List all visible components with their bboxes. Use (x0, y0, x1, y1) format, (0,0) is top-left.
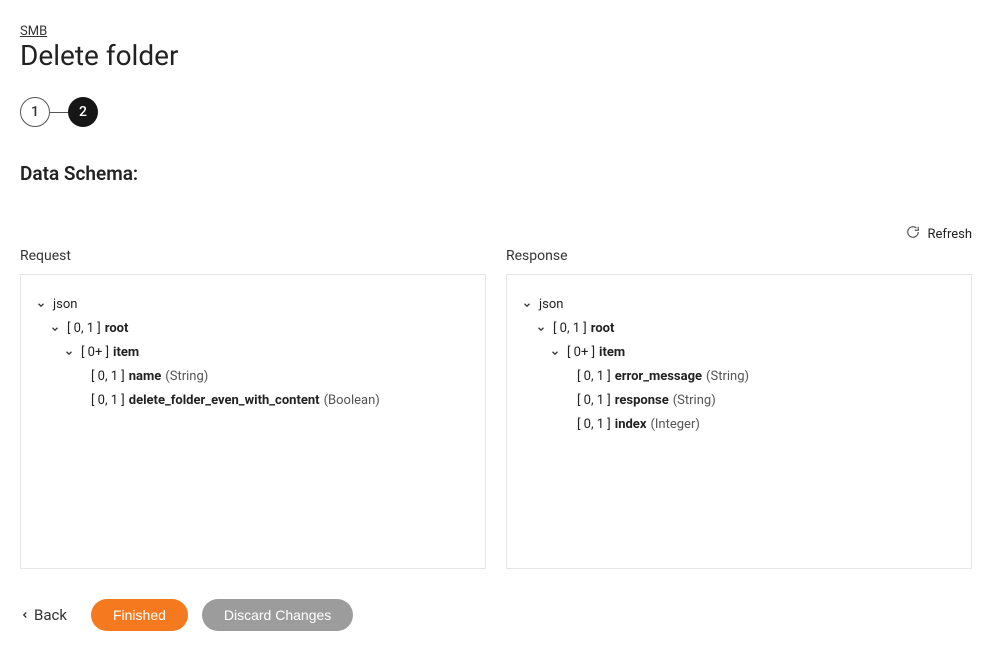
finished-button[interactable]: Finished (91, 599, 188, 631)
response-label: Response (506, 248, 972, 264)
tree-row: [ 0+ ]item (521, 341, 957, 365)
node-name: root (591, 317, 615, 341)
back-button[interactable]: Back (20, 606, 67, 624)
chevron-down-icon[interactable] (535, 324, 547, 334)
data-schema-title: Data Schema: (20, 162, 972, 185)
chevron-down-icon[interactable] (49, 324, 61, 334)
step-connector (50, 112, 68, 113)
cardinality: [ 0, 1 ] (91, 389, 125, 413)
node-type: (String) (673, 389, 716, 413)
refresh-button[interactable]: Refresh (20, 225, 972, 243)
node-type: (Integer) (650, 413, 699, 437)
step-2[interactable]: 2 (68, 97, 98, 127)
chevron-down-icon[interactable] (521, 300, 533, 310)
cardinality: [ 0, 1 ] (577, 413, 611, 437)
node-name: index (615, 413, 647, 437)
cardinality: [ 0+ ] (567, 341, 595, 365)
node-type: (String) (165, 365, 208, 389)
tree-row: [ 0, 1 ]root (521, 317, 957, 341)
tree-row: [ 0, 1 ]response(String) (521, 389, 957, 413)
tree-row: [ 0, 1 ]root (35, 317, 471, 341)
cardinality: [ 0, 1 ] (67, 317, 101, 341)
tree-row: json (521, 293, 957, 317)
chevron-down-icon[interactable] (63, 348, 75, 358)
tree-row: [ 0, 1 ]delete_folder_even_with_content(… (35, 389, 471, 413)
cardinality: [ 0, 1 ] (553, 317, 587, 341)
tree-row: [ 0, 1 ]index(Integer) (521, 413, 957, 437)
node-name: item (599, 341, 625, 365)
chevron-down-icon[interactable] (549, 348, 561, 358)
tree-row: json (35, 293, 471, 317)
refresh-icon (906, 225, 920, 243)
cardinality: [ 0+ ] (81, 341, 109, 365)
breadcrumb[interactable]: SMB (20, 24, 47, 39)
node-name: name (129, 365, 162, 389)
tree-row: [ 0, 1 ]name(String) (35, 365, 471, 389)
refresh-label: Refresh (928, 227, 972, 242)
response-panel: json[ 0, 1 ]root[ 0+ ]item[ 0, 1 ]error_… (506, 274, 972, 569)
request-panel: json[ 0, 1 ]root[ 0+ ]item[ 0, 1 ]name(S… (20, 274, 486, 569)
discard-button[interactable]: Discard Changes (202, 599, 353, 631)
node-name: error_message (615, 365, 702, 389)
chevron-down-icon[interactable] (35, 300, 47, 310)
cardinality: [ 0, 1 ] (577, 365, 611, 389)
request-label: Request (20, 248, 486, 264)
tree-row: [ 0, 1 ]error_message(String) (521, 365, 957, 389)
node-name: json (539, 293, 563, 317)
node-type: (Boolean) (324, 389, 380, 413)
tree-row: [ 0+ ]item (35, 341, 471, 365)
node-name: item (113, 341, 139, 365)
node-name: response (615, 389, 669, 413)
node-name: json (53, 293, 77, 317)
cardinality: [ 0, 1 ] (91, 365, 125, 389)
node-name: root (105, 317, 129, 341)
step-1[interactable]: 1 (20, 97, 50, 127)
node-type: (String) (706, 365, 749, 389)
node-name: delete_folder_even_with_content (129, 389, 320, 413)
back-label: Back (34, 606, 67, 624)
stepper: 1 2 (20, 97, 972, 127)
cardinality: [ 0, 1 ] (577, 389, 611, 413)
page-title: Delete folder (20, 39, 972, 72)
chevron-left-icon (20, 606, 30, 624)
